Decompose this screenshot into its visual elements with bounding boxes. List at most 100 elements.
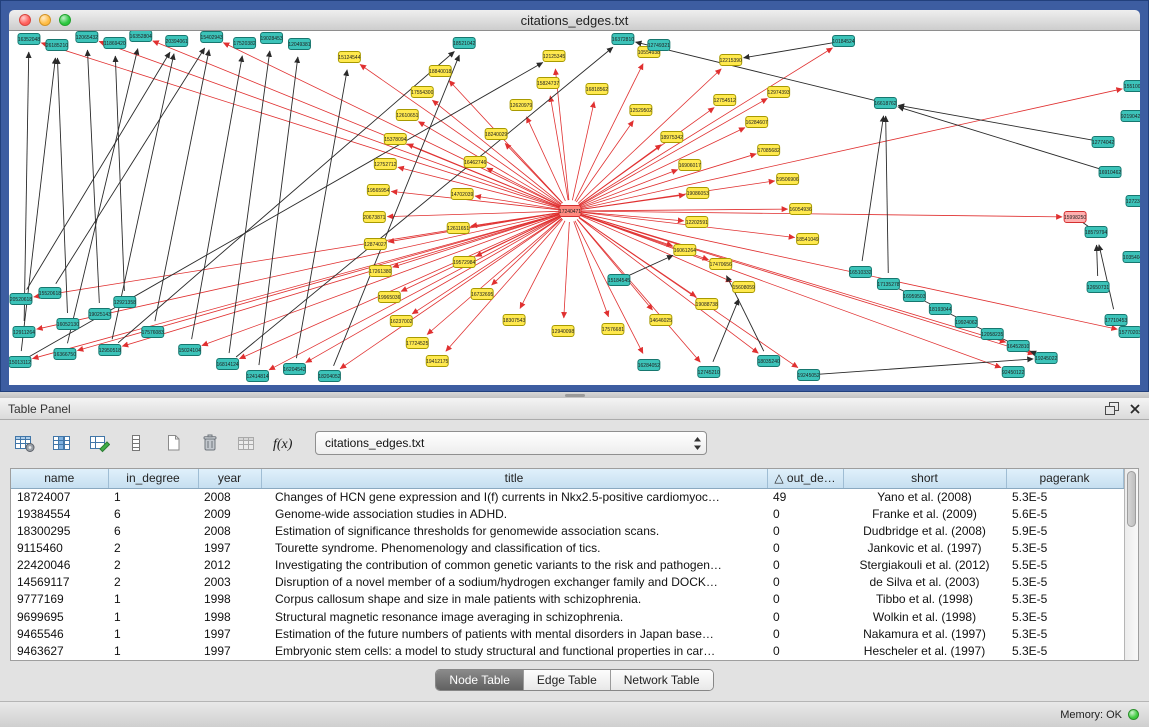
- cell[interactable]: Tibbo et al. (1998): [843, 591, 1006, 608]
- graph-node-16452810[interactable]: 16452810: [1007, 341, 1029, 352]
- graph-node-16366750[interactable]: 16366750: [54, 349, 76, 360]
- table-row[interactable]: 2242004622012Investigating the contribut…: [11, 557, 1123, 574]
- memory-indicator[interactable]: [1128, 709, 1139, 720]
- cell[interactable]: 0: [767, 574, 843, 591]
- cell[interactable]: Yano et al. (2008): [843, 488, 1006, 506]
- graph-node-20520618[interactable]: 20520618: [10, 294, 32, 305]
- graph-node-12049381[interactable]: 12049381: [288, 39, 310, 50]
- graph-node-19572984[interactable]: 19572984: [453, 257, 475, 268]
- column-header-title[interactable]: title: [261, 469, 767, 488]
- graph-node-16910462[interactable]: 16910462: [1099, 167, 1121, 178]
- graph-node-19565954[interactable]: 19565954: [367, 185, 389, 196]
- cell[interactable]: 49: [767, 488, 843, 506]
- scrollbar-thumb[interactable]: [1127, 471, 1137, 527]
- graph-node-16284607[interactable]: 16284607: [746, 117, 768, 128]
- cell[interactable]: 18724007: [11, 488, 108, 506]
- graph-node-15824737[interactable]: 15824737: [537, 78, 559, 89]
- cell[interactable]: 2: [108, 557, 198, 574]
- graph-node-92190420[interactable]: 92190420: [1121, 111, 1140, 122]
- cell[interactable]: Jankovic et al. (1997): [843, 540, 1006, 557]
- cell[interactable]: Dudbridge et al. (2008): [843, 523, 1006, 540]
- cell[interactable]: Wolkin et al. (1998): [843, 608, 1006, 625]
- graph-node-16959503[interactable]: 16959503: [903, 291, 925, 302]
- cell[interactable]: 0: [767, 643, 843, 660]
- row-height-icon[interactable]: [121, 430, 151, 456]
- graph-node-11869420[interactable]: 11869420: [104, 38, 126, 49]
- cell[interactable]: 1998: [198, 591, 261, 608]
- graph-node-18035240[interactable]: 18035240: [758, 356, 780, 367]
- cell[interactable]: 19384554: [11, 506, 108, 523]
- graph-node-15608059[interactable]: 15608059: [733, 282, 755, 293]
- graph-node-92450122[interactable]: 92450122: [1002, 367, 1024, 378]
- column-header-short[interactable]: short: [843, 469, 1006, 488]
- graph-node-26185210[interactable]: 26185210: [46, 40, 68, 51]
- minimize-button[interactable]: [39, 14, 51, 26]
- graph-node-15378094[interactable]: 15378094: [384, 134, 406, 145]
- graph-node-15024104[interactable]: 15024104: [179, 345, 201, 356]
- graph-node-16732695[interactable]: 16732695: [471, 289, 493, 300]
- cell[interactable]: 1997: [198, 643, 261, 660]
- cell[interactable]: 1997: [198, 540, 261, 557]
- graph-node-18240029[interactable]: 18240029: [485, 129, 507, 140]
- tab-edge-table[interactable]: Edge Table: [523, 670, 610, 690]
- cell[interactable]: 5.3E-5: [1006, 626, 1123, 643]
- graph-node-12745210[interactable]: 12745210: [698, 367, 720, 378]
- table-row[interactable]: 911546021997Tourette syndrome. Phenomeno…: [11, 540, 1123, 557]
- cell[interactable]: 2009: [198, 506, 261, 523]
- graph-node-16061264[interactable]: 16061264: [674, 245, 696, 256]
- graph-node-12610651[interactable]: 12610651: [396, 110, 418, 121]
- table-row[interactable]: 1456911722003Disruption of a novel membe…: [11, 574, 1123, 591]
- cell[interactable]: 1: [108, 488, 198, 506]
- cell[interactable]: 9463627: [11, 643, 108, 660]
- cell[interactable]: Changes of HCN gene expression and I(f) …: [261, 488, 767, 506]
- cell[interactable]: Structural magnetic resonance image aver…: [261, 608, 767, 625]
- import-table-icon[interactable]: [232, 430, 262, 456]
- column-header-in-degree[interactable]: in_degree: [108, 469, 198, 488]
- graph-node-15013112[interactable]: 15013112: [9, 357, 31, 368]
- cell[interactable]: Estimation of the future numbers of pati…: [261, 626, 767, 643]
- cell[interactable]: Disruption of a novel member of a sodium…: [261, 574, 767, 591]
- cell[interactable]: 0: [767, 523, 843, 540]
- table-row[interactable]: 1938455462009Genome-wide association stu…: [11, 506, 1123, 523]
- cell[interactable]: 0: [767, 506, 843, 523]
- table-select-combo[interactable]: citations_edges.txt: [315, 431, 707, 455]
- table-row[interactable]: 946362711997Embryonic stem cells: a mode…: [11, 643, 1123, 660]
- cell[interactable]: Franke et al. (2009): [843, 506, 1006, 523]
- graph-node-12749321[interactable]: 12749321: [648, 40, 670, 51]
- cell[interactable]: 18300295: [11, 523, 108, 540]
- graph-node-15184545[interactable]: 15184545: [608, 275, 630, 286]
- graph-node-16352804[interactable]: 16352804: [130, 31, 152, 42]
- cell[interactable]: 1: [108, 591, 198, 608]
- table-row[interactable]: 977716911998Corpus callosum shape and si…: [11, 591, 1123, 608]
- cell[interactable]: Corpus callosum shape and size in male p…: [261, 591, 767, 608]
- cell[interactable]: Investigating the contribution of common…: [261, 557, 767, 574]
- graph-node-17261380[interactable]: 17261380: [369, 266, 391, 277]
- graph-node-18521042[interactable]: 18521042: [453, 38, 475, 49]
- graph-node-16510332[interactable]: 16510332: [849, 267, 871, 278]
- tab-node-table[interactable]: Node Table: [436, 670, 523, 690]
- graph-node-14702039[interactable]: 14702039: [451, 189, 473, 200]
- graph-node-12202591[interactable]: 12202591: [686, 217, 708, 228]
- graph-node-19245022[interactable]: 19245022: [1035, 353, 1057, 364]
- cell[interactable]: Embryonic stem cells: a model to study s…: [261, 643, 767, 660]
- cell[interactable]: 5.3E-5: [1006, 591, 1123, 608]
- window-titlebar[interactable]: citations_edges.txt: [9, 10, 1140, 31]
- graph-node-12125345[interactable]: 12125345: [543, 51, 565, 62]
- cell[interactable]: 9115460: [11, 540, 108, 557]
- table-row[interactable]: 969969511998Structural magnetic resonanc…: [11, 608, 1123, 625]
- graph-node-12874027[interactable]: 12874027: [364, 239, 386, 250]
- graph-node-16906017[interactable]: 16906017: [679, 160, 701, 171]
- cell[interactable]: 5.6E-5: [1006, 506, 1123, 523]
- graph-node-18541049[interactable]: 18541049: [797, 234, 819, 245]
- graph-node-12611651[interactable]: 12611651: [447, 223, 469, 234]
- close-panel-icon[interactable]: [1129, 403, 1141, 415]
- graph-node-18204052[interactable]: 18204052: [318, 371, 340, 382]
- cell[interactable]: 2008: [198, 488, 261, 506]
- network-graph[interactable]: 1724047118840018175543001261065115378094…: [9, 31, 1140, 385]
- delete-table-icon[interactable]: [195, 430, 225, 456]
- cell[interactable]: 9777169: [11, 591, 108, 608]
- graph-node-19245052[interactable]: 19245052: [798, 370, 820, 381]
- select-columns-icon[interactable]: [47, 430, 77, 456]
- graph-node-20394061[interactable]: 20394061: [166, 36, 188, 47]
- graph-node-17085682[interactable]: 17085682: [758, 145, 780, 156]
